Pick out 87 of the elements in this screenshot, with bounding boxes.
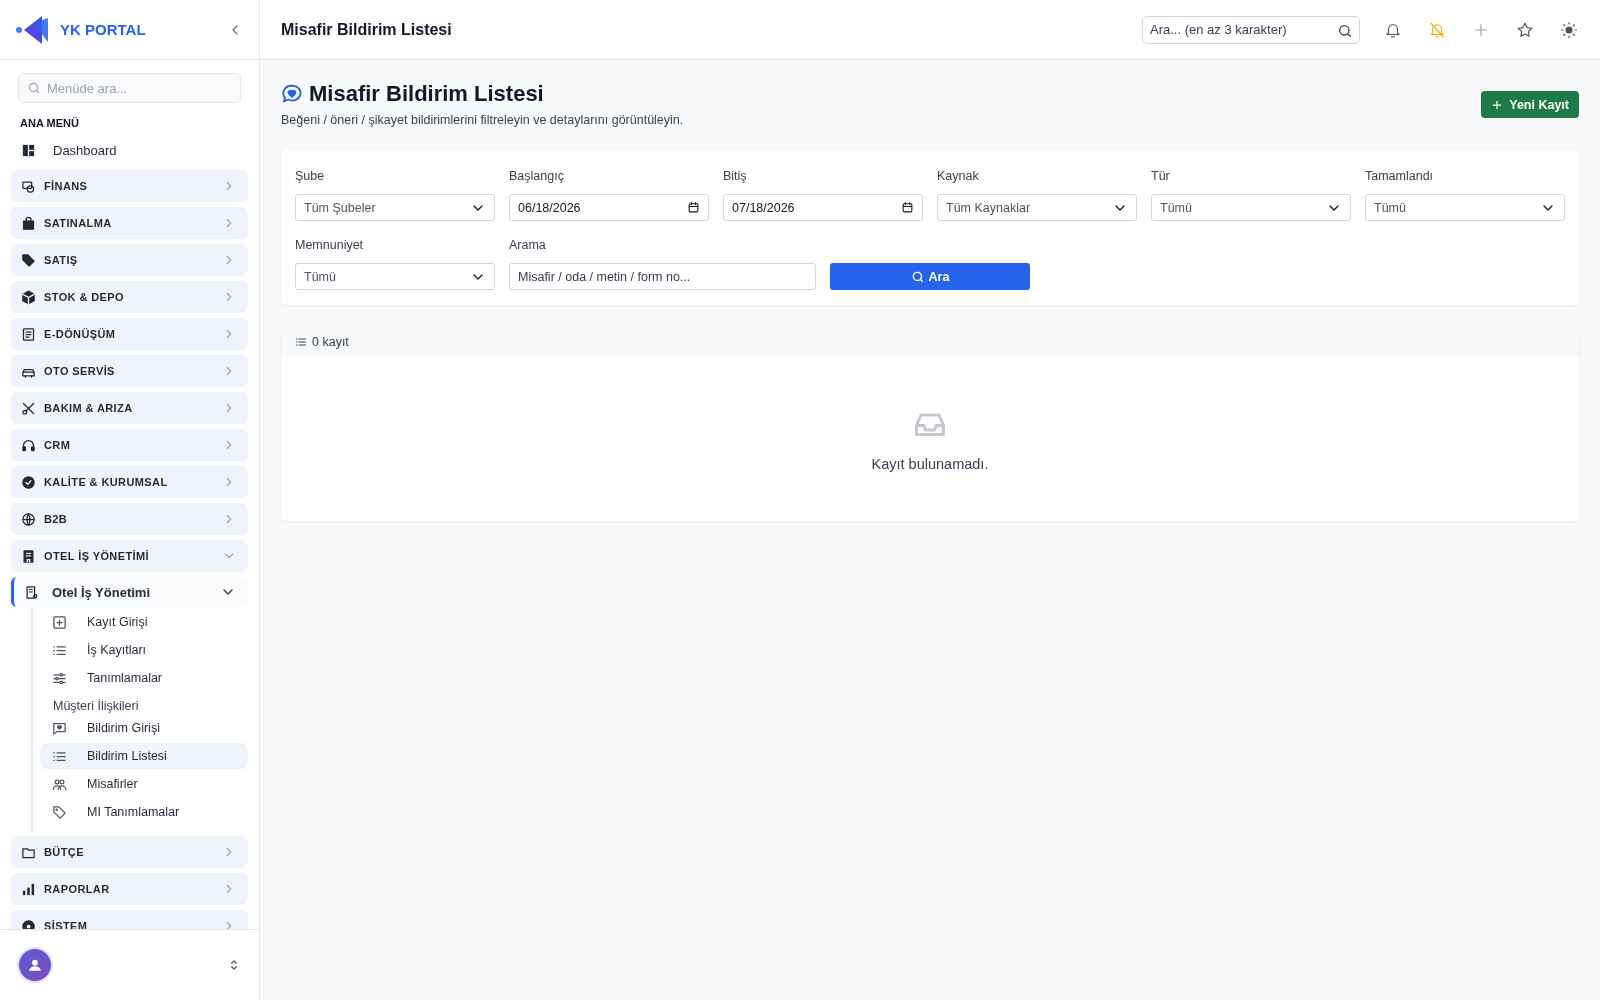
search-icon [1337,22,1353,39]
seal-icon [21,474,36,490]
tag-icon [52,804,67,820]
box-icon [21,289,36,305]
grid-icon [21,142,36,158]
record-count: 0 kayıt [312,334,349,349]
globe-icon [21,511,36,527]
page-title: Misafir Bildirim Listesi [281,20,453,39]
menu-group[interactable]: STOK & DEPO [11,281,248,313]
calendar-icon [901,201,914,214]
menu-item[interactable]: Kayıt Girişi [40,609,248,635]
menu-group[interactable]: BÜTÇE [11,836,248,868]
menu-search-field[interactable]: Menüde ara... [18,73,241,103]
select-value: Tümü [304,269,337,284]
search-input[interactable]: Misafir / oda / metin / form no... [509,263,816,290]
sliders-icon [52,670,67,686]
calendar-icon [687,201,700,214]
search-icon [910,269,925,284]
select-field[interactable]: Tüm Kaynaklar [937,194,1137,221]
search-icon [27,81,41,95]
menu-item[interactable]: Bildirim Girişi [40,715,248,741]
select-field[interactable]: Tümü [295,263,495,290]
global-search-field[interactable]: Ara... (en az 3 karakter) [1142,15,1360,44]
menu-group[interactable]: OTEL İŞ YÖNETİMİ [11,540,248,572]
building-icon [21,548,36,564]
select-field[interactable]: Tümü [1151,194,1351,221]
logo-icon [16,14,50,45]
menu-group[interactable]: KALİTE & KURUMSAL [11,466,248,498]
heart-message-icon [281,83,303,105]
filter-label: Kaynak [937,169,980,183]
menu-group[interactable]: RAPORLAR [11,873,248,905]
menu-item[interactable]: Tanımlamalar [40,665,248,691]
headset-icon [21,437,36,453]
filter-label: Bitiş [723,169,748,183]
menu-group[interactable]: BAKIM & ARIZA [11,392,248,424]
menu-group[interactable]: FİNANS [11,170,248,202]
select-value: Tümü [1374,200,1407,215]
select-value: Tümü [1160,200,1193,215]
filter-label: Şube [295,169,326,183]
select-field[interactable]: Tüm Şubeler [295,194,495,221]
empty-message: Kayıt bulunamadı. [871,456,989,472]
filter-label: Memnuniyet [295,238,365,252]
section-label: ANA MENÜ [20,117,80,129]
menu-group[interactable]: SATINALMA [11,207,248,239]
menu-item[interactable]: MI Tanımlamalar [40,799,248,825]
search-button[interactable]: Ara [830,263,1030,290]
date-field[interactable]: 07/18/2026 [723,194,923,221]
new-record-button[interactable]: Yeni Kayıt [1481,91,1579,118]
message-icon [52,720,67,736]
tag-icon [21,252,36,268]
menu-group[interactable]: E-DÖNÜŞÜM [11,318,248,350]
bell-off-icon [1428,20,1446,39]
menu-item[interactable]: Bildirim Listesi [40,743,248,769]
sun-icon [1560,20,1578,39]
menu-group[interactable]: B2B [11,503,248,535]
banknote-icon [21,178,36,194]
menu-item[interactable]: Dashboard [11,137,248,163]
star-icon [1516,20,1534,39]
date-value: 07/18/2026 [732,200,796,215]
user-avatar[interactable] [19,949,51,981]
menu-item[interactable]: Misafirler [40,771,248,797]
building-icon [24,584,39,600]
filter-label: Arama [509,238,547,252]
plus-icon [1491,98,1504,111]
bag-icon [21,215,36,231]
document-icon [21,326,36,342]
scissors-icon [21,400,36,416]
select-value: Tüm Şubeler [304,200,377,215]
select-field[interactable]: Tümü [1365,194,1565,221]
list-icon [295,335,307,348]
filter-label: Başlangıç [509,169,565,183]
menu-heading: Müşteri İlişkileri [52,698,140,715]
filter-label: Tür [1151,169,1171,183]
menu-item[interactable]: İş Kayıtları [40,637,248,663]
brand-name: YK PORTAL [60,21,147,38]
menu-group[interactable]: CRM [11,429,248,461]
submenu-item[interactable]: Otel İş Yönetimi [11,577,248,607]
filter-label: Tamamlandı [1365,169,1435,183]
date-field[interactable]: 06/18/2026 [509,194,709,221]
bar-chart-icon [21,881,36,897]
plus-square-icon [52,614,67,630]
page-subtitle: Beğeni / öneri / şikayet bildirimlerini filtreleyin ve detaylarını görüntüleyin. [281,113,685,127]
date-value: 06/18/2026 [518,200,582,215]
menu-group[interactable]: SATIŞ [11,244,248,276]
page-heading: Misafir Bildirim Listesi [309,81,544,107]
select-value: Tüm Kaynaklar [946,200,1032,215]
menu-group[interactable]: OTO SERVİS [11,355,248,387]
